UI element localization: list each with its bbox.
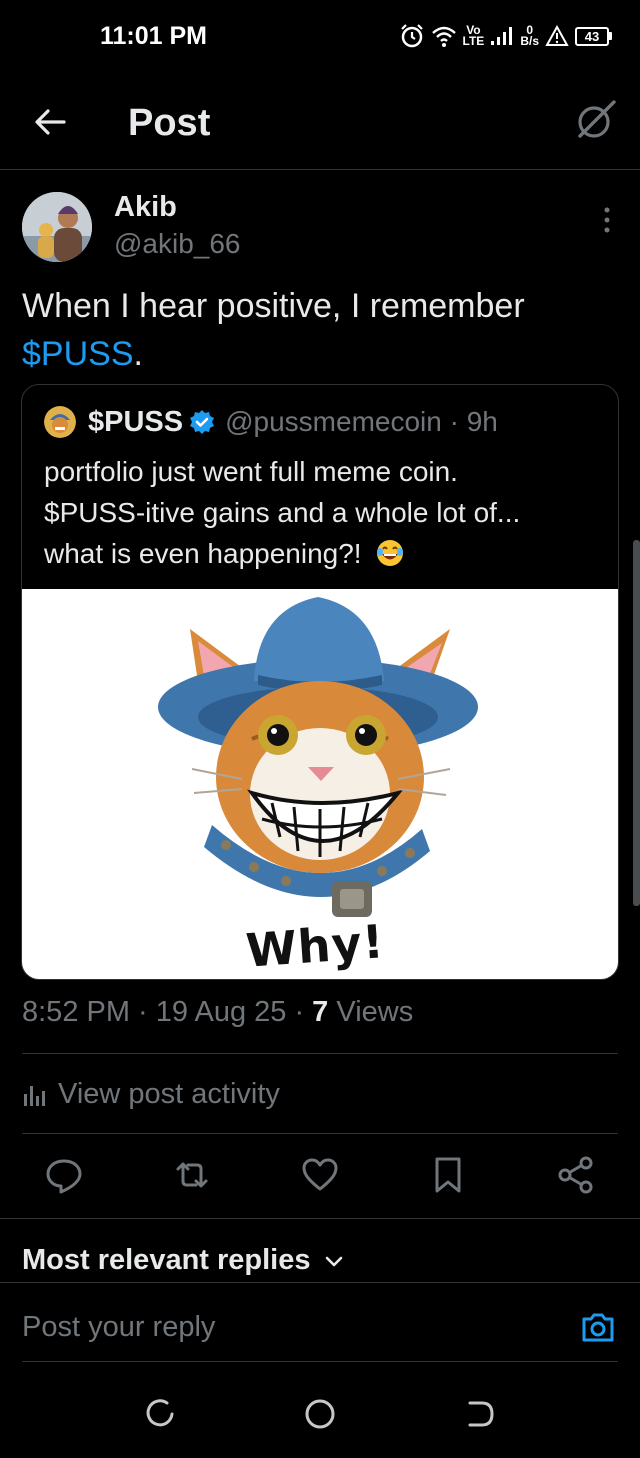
post-timestamp: 8:52 PM · 19 Aug 25 · 7 Views	[22, 996, 414, 1028]
meme-image[interactable]: Why!	[22, 589, 618, 979]
author-handle[interactable]: @akib_66	[114, 228, 241, 260]
grok-icon[interactable]	[574, 98, 618, 142]
divider	[22, 1133, 618, 1134]
reply-input[interactable]: Post your reply	[22, 1311, 215, 1344]
quoted-post[interactable]: $PUSS @pussmemecoin · 9h portfolio just …	[21, 384, 619, 980]
system-nav-bar	[0, 1372, 640, 1458]
recents-icon[interactable]	[140, 1394, 180, 1434]
quoted-handle-time: @pussmemecoin · 9h	[225, 406, 498, 437]
wifi-icon	[431, 26, 456, 47]
verified-badge-icon	[190, 410, 215, 434]
chevron-down-icon	[325, 1256, 342, 1266]
meme-caption: Why!	[244, 914, 387, 978]
camera-icon[interactable]	[580, 1309, 616, 1345]
quoted-post-header: $PUSS @pussmemecoin · 9h	[44, 405, 498, 439]
signal-icon	[491, 27, 513, 45]
alarm-icon	[400, 24, 423, 48]
like-icon[interactable]	[300, 1155, 340, 1195]
top-app-bar: Post	[0, 72, 640, 170]
view-post-activity-link[interactable]: View post activity	[22, 1078, 280, 1111]
quoted-author-name[interactable]: $PUSS	[88, 406, 183, 439]
laughing-emoji-icon	[377, 540, 404, 566]
views-count: 7	[312, 996, 329, 1028]
analytics-icon	[24, 1085, 45, 1106]
arrow-left-icon[interactable]	[30, 102, 70, 142]
post-text: When I hear positive, I remember $PUSS.	[22, 287, 525, 373]
scrollbar[interactable]	[633, 540, 640, 906]
divider	[0, 1218, 640, 1219]
page-title: Post	[128, 102, 211, 144]
repost-icon[interactable]	[172, 1155, 212, 1195]
status-icons: Vo LTE 0 B/s 43	[399, 20, 612, 52]
bookmark-icon[interactable]	[428, 1155, 468, 1195]
reply-icon[interactable]	[44, 1155, 84, 1195]
avatar[interactable]	[22, 192, 92, 262]
divider	[22, 1053, 618, 1054]
author-name[interactable]: Akib	[114, 191, 177, 224]
share-icon[interactable]	[556, 1155, 596, 1195]
replies-sort-dropdown[interactable]: Most relevant replies	[22, 1244, 347, 1277]
back-icon[interactable]	[460, 1394, 500, 1434]
battery-icon: 43	[575, 26, 612, 46]
more-icon[interactable]	[600, 206, 614, 234]
status-time: 11:01 PM	[100, 22, 208, 50]
quoted-post-text: portfolio just went full meme coin. $PUS…	[44, 456, 521, 569]
divider	[0, 1282, 640, 1283]
divider	[22, 1361, 618, 1362]
home-icon[interactable]	[300, 1394, 340, 1434]
network-type: Vo LTE	[462, 23, 485, 48]
quoted-avatar[interactable]	[44, 406, 76, 438]
cashtag-link[interactable]: $PUSS	[22, 335, 134, 373]
data-rate: 0 B/s	[520, 23, 539, 48]
status-bar: 11:01 PM Vo LTE 0 B/s 43	[0, 0, 640, 72]
alert-icon	[545, 25, 569, 46]
